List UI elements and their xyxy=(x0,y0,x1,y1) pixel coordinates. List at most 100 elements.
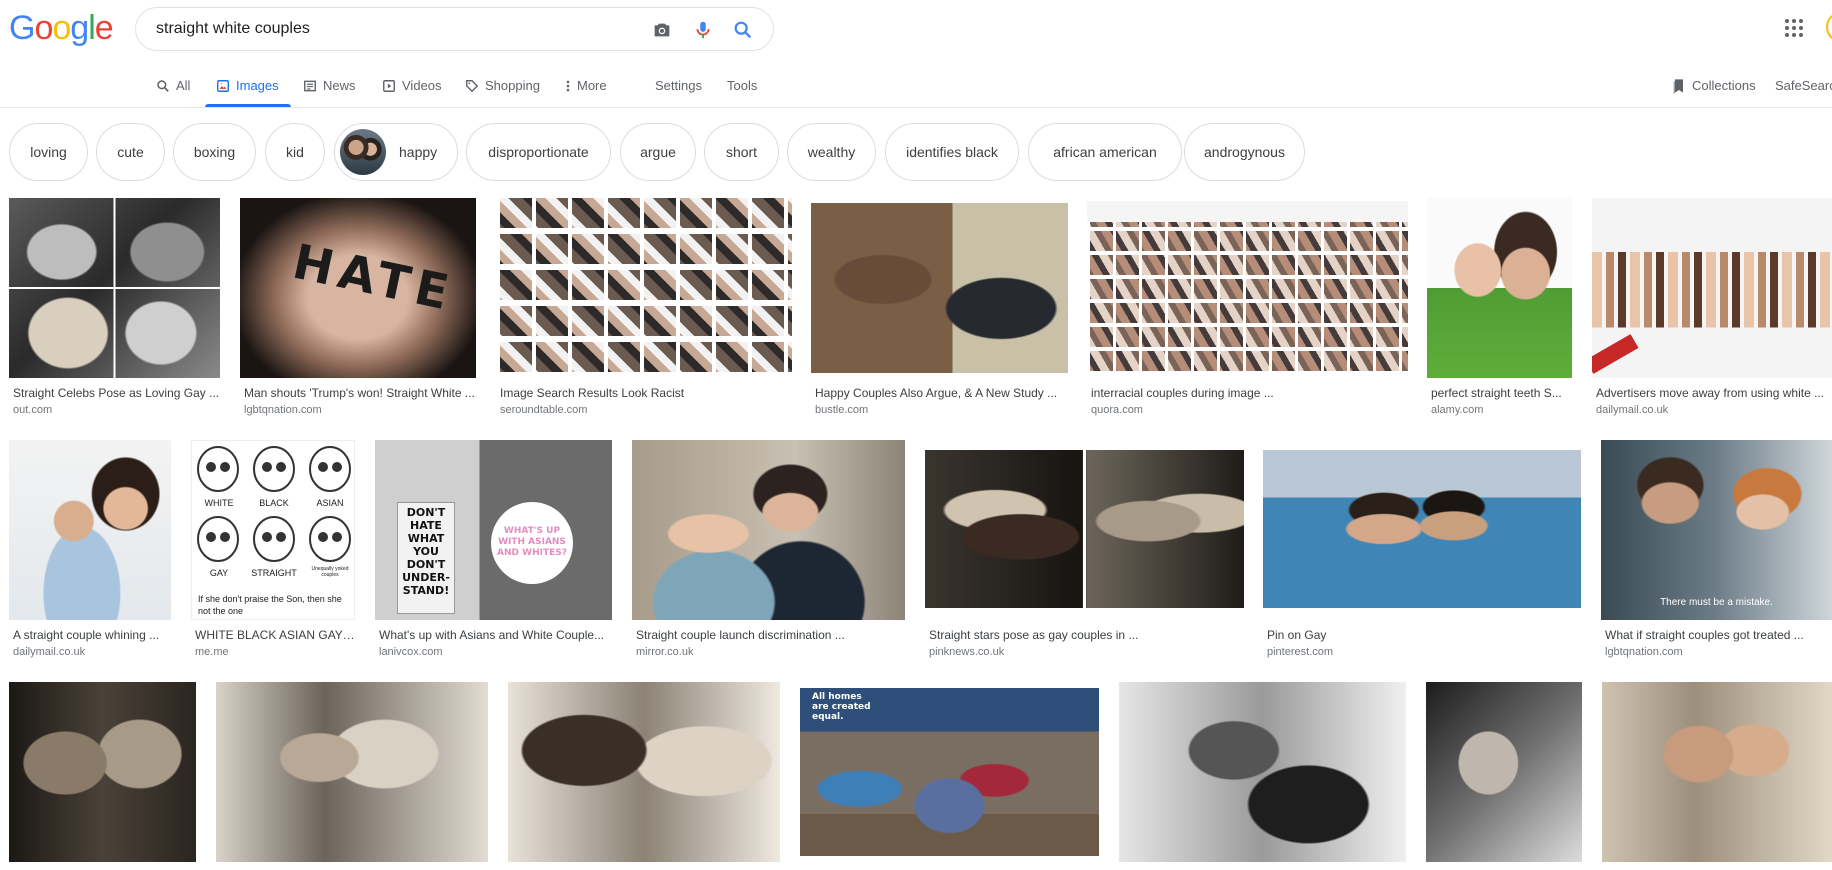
image-result[interactable]: Straight Celebs Pose as Loving Gay ... o… xyxy=(9,198,220,418)
image-result[interactable]: interracial couples during image ... quo… xyxy=(1087,198,1408,418)
image-result[interactable]: WHITE BLACK ASIAN GAY STRAIGHT Unequally… xyxy=(191,440,355,660)
result-source: out.com xyxy=(13,404,53,416)
result-source: alamy.com xyxy=(1431,404,1484,416)
result-thumbnail xyxy=(216,682,488,862)
result-source: dailymail.co.uk xyxy=(13,646,86,658)
tab-shopping[interactable]: Shopping xyxy=(465,64,540,108)
result-thumbnail xyxy=(1427,198,1572,378)
result-thumbnail xyxy=(9,682,196,862)
safesearch-label: SafeSearc xyxy=(1775,78,1832,93)
image-result[interactable] xyxy=(9,682,196,862)
subtitle-text: There must be a mistake. xyxy=(1660,597,1773,608)
result-caption: Advertisers move away from using white .… xyxy=(1596,386,1825,400)
result-source: mirror.co.uk xyxy=(636,646,694,658)
result-thumbnail xyxy=(1602,682,1832,862)
image-result[interactable]: DON'T HATE WHAT YOU DON'T UNDER-STAND! W… xyxy=(375,440,612,660)
dove-banner xyxy=(1592,334,1639,374)
chip-wealthy[interactable]: wealthy xyxy=(787,123,876,181)
image-result[interactable]: All homes are created equal. xyxy=(800,682,1099,862)
result-caption: WHITE BLACK ASIAN GAY ... xyxy=(195,628,355,642)
image-result[interactable]: There must be a mistake. What if straigh… xyxy=(1601,440,1832,660)
result-caption: Straight couple launch discrimination ..… xyxy=(636,628,845,642)
result-caption: Pin on Gay xyxy=(1267,628,1327,642)
result-thumbnail: All homes are created equal. xyxy=(800,688,1099,856)
image-result[interactable] xyxy=(1602,682,1832,862)
account-avatar[interactable] xyxy=(1826,12,1832,42)
tools-link[interactable]: Tools xyxy=(727,64,757,108)
tab-label: Videos xyxy=(402,78,442,93)
search-box[interactable]: straight white couples xyxy=(135,7,774,51)
bookmark-icon xyxy=(1673,79,1683,94)
tab-label: News xyxy=(323,78,356,93)
skull-label-unequally-yoked: Unequally yoked couples xyxy=(311,566,349,578)
image-result[interactable]: perfect straight teeth S... alamy.com xyxy=(1427,198,1572,418)
result-source: me.me xyxy=(195,646,229,658)
result-caption: Straight Celebs Pose as Loving Gay ... xyxy=(13,386,220,400)
image-result[interactable] xyxy=(1119,682,1406,862)
camera-icon[interactable] xyxy=(651,19,673,41)
result-thumbnail: DON'T HATE WHAT YOU DON'T UNDER-STAND! W… xyxy=(375,440,612,620)
result-caption: A straight couple whining ... xyxy=(13,628,160,642)
image-result[interactable]: HATE Man shouts 'Trump's won! Straight W… xyxy=(240,198,476,418)
image-result[interactable]: Image Search Results Look Racist seround… xyxy=(496,198,792,418)
tab-all[interactable]: All xyxy=(156,64,190,108)
google-logo[interactable]: Google xyxy=(9,9,114,48)
chip-label: happy xyxy=(399,144,438,160)
microphone-icon[interactable] xyxy=(692,19,714,41)
image-result[interactable]: Straight couple launch discrimination ..… xyxy=(632,440,905,660)
play-icon xyxy=(383,80,395,92)
result-thumbnail xyxy=(9,198,220,378)
image-result[interactable]: A straight couple whining ... dailymail.… xyxy=(9,440,171,660)
result-source: pinknews.co.uk xyxy=(929,646,1005,658)
tab-videos[interactable]: Videos xyxy=(382,64,442,108)
chip-kid[interactable]: kid xyxy=(265,123,325,181)
search-icon[interactable] xyxy=(732,19,754,41)
chip-happy[interactable]: happy xyxy=(334,123,458,181)
tab-images[interactable]: Images xyxy=(216,64,279,108)
chip-boxing[interactable]: boxing xyxy=(173,123,256,181)
result-caption: What's up with Asians and White Couple..… xyxy=(379,628,605,642)
chip-cute[interactable]: cute xyxy=(96,123,165,181)
chip-disproportionate[interactable]: disproportionate xyxy=(466,123,611,181)
search-icon xyxy=(157,80,169,92)
image-result[interactable]: Advertisers move away from using white .… xyxy=(1592,198,1832,418)
image-result[interactable]: Happy Couples Also Argue, & A New Study … xyxy=(811,198,1068,418)
image-caption-text: If she don't praise the Son, then she no… xyxy=(198,594,342,616)
skull-label-gay: GAY xyxy=(209,568,229,578)
image-result[interactable] xyxy=(216,682,488,862)
logo-letter: o xyxy=(34,9,53,47)
settings-link[interactable]: Settings xyxy=(655,64,702,108)
image-result[interactable]: Pin on Gay pinterest.com xyxy=(1263,440,1581,660)
apps-grid-icon[interactable] xyxy=(1785,19,1803,37)
image-result[interactable]: Straight stars pose as gay couples in ..… xyxy=(925,440,1244,660)
image-result[interactable] xyxy=(508,682,780,862)
more-vert-icon xyxy=(566,80,570,92)
image-result[interactable] xyxy=(1426,682,1582,862)
logo-letter: o xyxy=(52,9,71,47)
search-input[interactable]: straight white couples xyxy=(156,8,310,50)
result-thumbnail xyxy=(632,440,905,620)
result-caption: Man shouts 'Trump's won! Straight White … xyxy=(244,386,475,400)
collections-link[interactable]: Collections xyxy=(1672,64,1756,108)
result-thumbnail: HATE xyxy=(240,198,476,378)
result-source: dailymail.co.uk xyxy=(1596,404,1669,416)
result-caption: perfect straight teeth S... xyxy=(1431,386,1562,400)
result-thumbnail: WHITE BLACK ASIAN GAY STRAIGHT Unequally… xyxy=(191,440,355,620)
chip-short[interactable]: short xyxy=(704,123,779,181)
result-source: lgbtqnation.com xyxy=(244,404,322,416)
chip-loving[interactable]: loving xyxy=(9,123,88,181)
image-icon xyxy=(217,80,229,92)
result-thumbnail xyxy=(925,450,1244,608)
chip-african-american[interactable]: african american xyxy=(1028,123,1182,181)
chip-androgynous[interactable]: androgynous xyxy=(1184,123,1305,181)
tools-label: Tools xyxy=(727,78,758,93)
result-thumbnail xyxy=(1087,201,1408,375)
chip-identifies-black[interactable]: identifies black xyxy=(885,123,1019,181)
chip-argue[interactable]: argue xyxy=(620,123,696,181)
tab-more[interactable]: More xyxy=(565,64,607,108)
tab-news[interactable]: News xyxy=(303,64,356,108)
safesearch-link[interactable]: SafeSearc xyxy=(1775,64,1832,108)
logo-letter: e xyxy=(94,9,114,47)
result-thumbnail xyxy=(1592,198,1832,378)
result-caption: What if straight couples got treated ... xyxy=(1605,628,1804,642)
